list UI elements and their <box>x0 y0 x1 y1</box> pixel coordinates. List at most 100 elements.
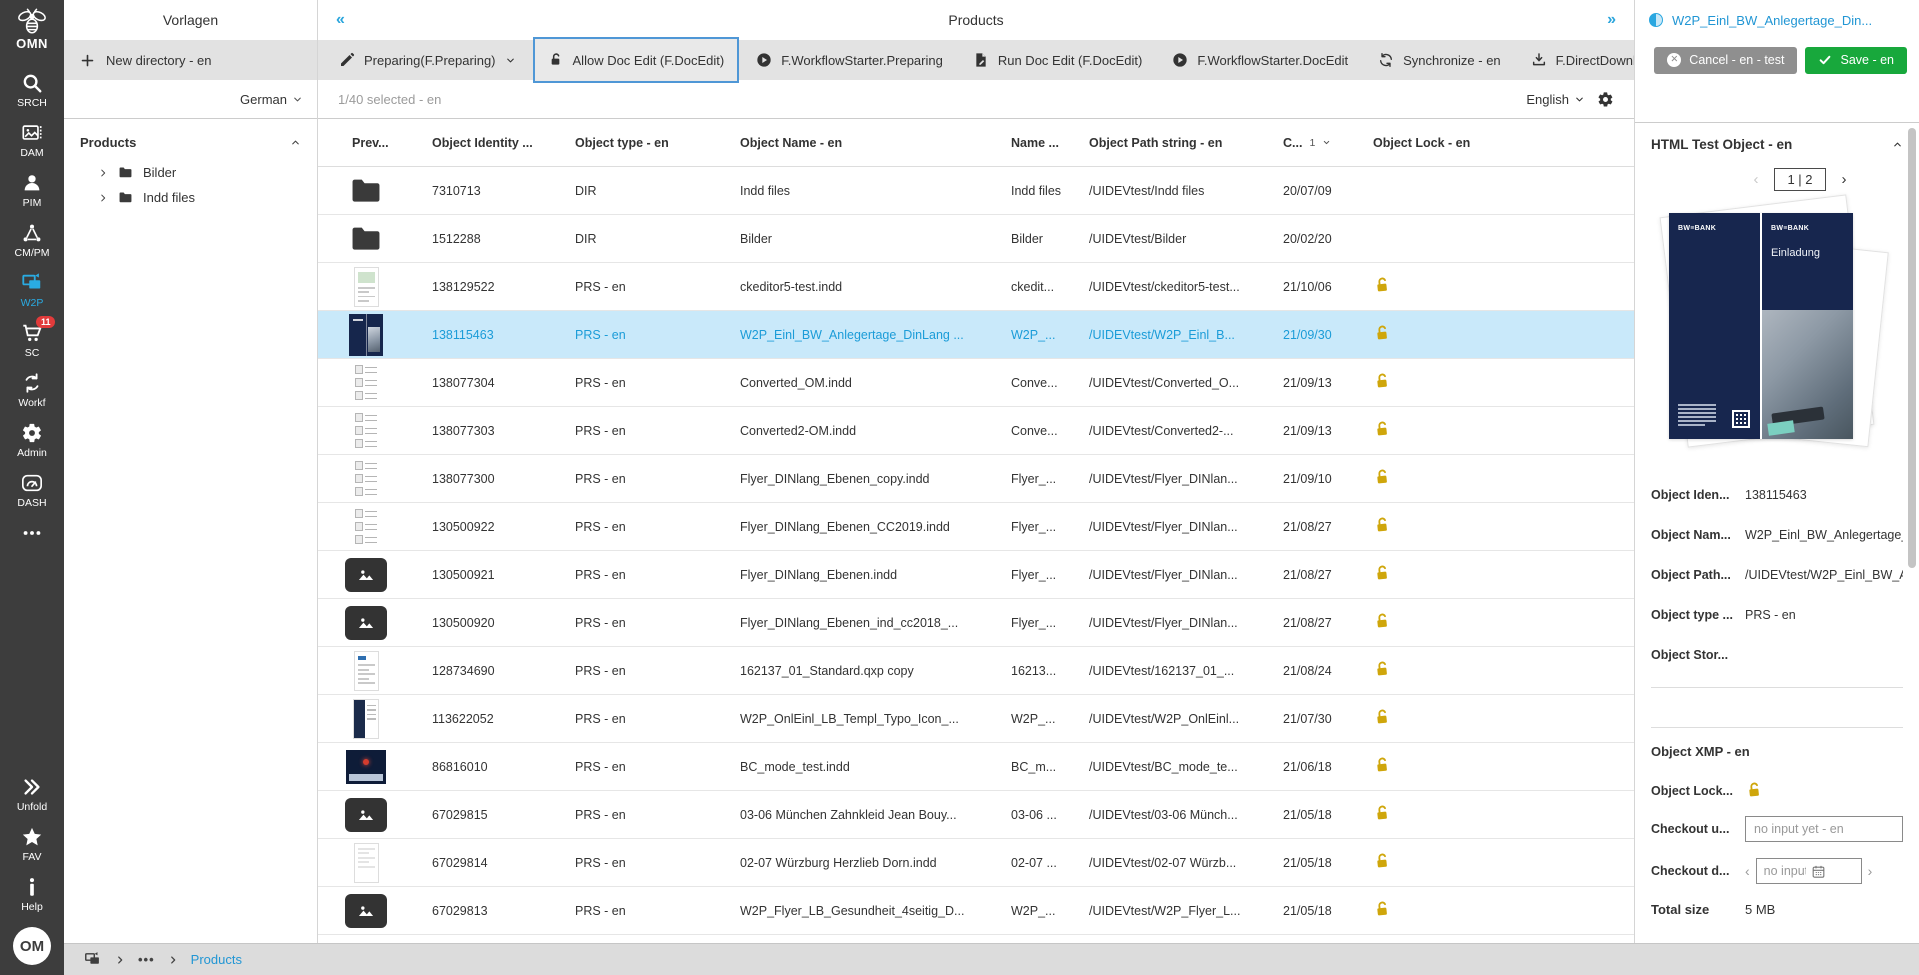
checkout-user-label: Checkout u... <box>1651 822 1730 836</box>
cell-preview <box>318 797 414 832</box>
cell-object-lock <box>1355 468 1634 490</box>
total-size-label: Total size <box>1651 902 1710 917</box>
cancel-button[interactable]: ✕ Cancel - en - test <box>1654 46 1798 74</box>
unlock-icon <box>1372 324 1393 344</box>
cell-object-identity: 138077303 <box>432 423 495 438</box>
collapse-section-chevron-up-icon[interactable] <box>1892 139 1903 150</box>
sidebar-item-srch[interactable]: SRCH <box>0 65 64 115</box>
table-row-113622052[interactable]: 113622052 PRS - en W2P_OnlEinl_LB_Templ_Ty… <box>318 695 1634 743</box>
column-header-object-lock-en[interactable]: Object Lock - en <box>1355 136 1634 150</box>
cell-object-identity: 67029815 <box>432 807 488 822</box>
pager-prev-icon[interactable]: ‹ <box>1753 171 1758 188</box>
cell-created-date: 21/05/18 <box>1283 855 1332 870</box>
column-header-c[interactable]: C... 1 <box>1265 136 1355 150</box>
table-row-138077303[interactable]: 138077303 PRS - en Converted2-OM.indd Conve… <box>318 407 1634 455</box>
table-row-138077300[interactable]: 138077300 PRS - en Flyer_DINlang_Ebenen_co… <box>318 455 1634 503</box>
preview-pager: ‹ 1 | 2 › <box>1681 168 1919 191</box>
page-title: Products <box>948 12 1004 28</box>
table-row-130500921[interactable]: 130500921 PRS - en Flyer_DINlang_Ebenen.in… <box>318 551 1634 599</box>
table-row-138115463[interactable]: 138115463 PRS - en W2P_Einl_BW_Anlegertage… <box>318 311 1634 359</box>
breadcrumb-collapsed-icon[interactable]: ••• <box>138 952 155 967</box>
pager-next-icon[interactable]: › <box>1842 171 1847 188</box>
chevron-up-icon[interactable] <box>290 137 301 148</box>
sidebar-item-fav[interactable]: FAV <box>0 819 64 869</box>
cell-created-date: 21/08/27 <box>1283 567 1332 582</box>
page-indicator: 1 | 2 <box>1774 168 1826 191</box>
tree-root-products[interactable]: Products <box>78 133 303 160</box>
cell-object-name: 03-06 München Zahnkleid Jean Bouy... <box>740 807 957 822</box>
toolbar-button-allow-doc-edit-f-docedit[interactable]: Allow Doc Edit (F.DocEdit) <box>532 37 740 83</box>
save-button[interactable]: Save - en <box>1805 46 1907 74</box>
sidebar-item-unfold[interactable]: Unfold <box>0 769 64 819</box>
table-language-select[interactable]: English <box>1526 92 1585 107</box>
toolbar-button-f-workflowstarter-preparing[interactable]: F.WorkflowStarter.Preparing <box>743 40 956 80</box>
tree-language-select[interactable]: German <box>64 80 317 119</box>
cell-object-type: PRS - en <box>575 423 626 438</box>
detail-scrollbar-thumb[interactable] <box>1908 128 1916 568</box>
cell-object-lock <box>1355 372 1634 394</box>
new-directory-button[interactable]: New directory - en <box>64 40 317 80</box>
actions-toolbar: Preparing(F.Preparing) Allow Doc Edit (F.… <box>318 37 1728 83</box>
detail-tab[interactable]: W2P_Einl_BW_Anlegertage_Din... <box>1635 0 1919 40</box>
cell-object-path: /UIDEVtest/Converted_O... <box>1089 375 1240 390</box>
qr-code <box>1732 410 1750 428</box>
cell-object-type: PRS - en <box>575 471 626 486</box>
user-avatar[interactable]: OM <box>13 927 51 965</box>
column-header-prev[interactable]: Prev... <box>318 136 414 150</box>
table-row-130500922[interactable]: 130500922 PRS - en Flyer_DINlang_Ebenen_CC… <box>318 503 1634 551</box>
date-prev-icon[interactable]: ‹ <box>1745 863 1750 879</box>
column-header-name[interactable]: Name ... <box>993 136 1071 150</box>
table-row-138077304[interactable]: 138077304 PRS - en Converted_OM.indd Conve.… <box>318 359 1634 407</box>
date-next-icon[interactable]: › <box>1868 863 1873 879</box>
sidebar-item-w2p[interactable]: W2P <box>0 265 64 315</box>
cell-object-name: BC_mode_test.indd <box>740 759 850 774</box>
column-header-object-name-en[interactable]: Object Name - en <box>722 136 993 150</box>
cell-object-path: /UIDEVtest/ckeditor5-test... <box>1089 279 1240 294</box>
breadcrumb-link-products[interactable]: Products <box>191 952 242 967</box>
sidebar-item-workf[interactable]: Workf <box>0 365 64 415</box>
collapse-left-icon[interactable]: « <box>336 12 345 28</box>
sidebar-item-help[interactable]: Help <box>0 869 64 919</box>
toolbar-button-f-workflowstarter-docedit[interactable]: F.WorkflowStarter.DocEdit <box>1159 40 1361 80</box>
omn-logo[interactable]: OMN <box>14 8 50 51</box>
column-header-object-path-string-en[interactable]: Object Path string - en <box>1071 136 1265 150</box>
checkout-user-input[interactable] <box>1745 816 1903 842</box>
sidebar-item-dam[interactable]: DAM <box>0 115 64 165</box>
calendar-icon[interactable] <box>1811 864 1854 879</box>
sidebar-item-cmpm[interactable]: CM/PM <box>0 215 64 265</box>
collapse-right-icon[interactable]: » <box>1607 12 1616 28</box>
cell-object-type: PRS - en <box>575 807 626 822</box>
table-row-1512288[interactable]: 1512288 DIR Bilder Bilder/UIDEVtest/Bilder 2… <box>318 215 1634 263</box>
table-row-128734690[interactable]: 128734690 PRS - en 162137_01_Standard.qxp … <box>318 647 1634 695</box>
table-row-7310713[interactable]: 7310713 DIR Indd files Indd files/UIDEVtest… <box>318 167 1634 215</box>
table-row-130500920[interactable]: 130500920 PRS - en Flyer_DINlang_Ebenen_in… <box>318 599 1634 647</box>
breadcrumb-module-icon[interactable] <box>83 951 102 968</box>
table-row-138129522[interactable]: 138129522 PRS - en ckeditor5-test.indd cked… <box>318 263 1634 311</box>
sidebar-item-dash[interactable]: DASH <box>0 465 64 515</box>
column-header-object-type-en[interactable]: Object type - en <box>557 136 722 150</box>
dashboard-icon <box>21 472 43 494</box>
xmp-section-title: Object XMP - en <box>1651 744 1750 759</box>
column-header-object-identity[interactable]: Object Identity ... <box>414 136 557 150</box>
toolbar-button-run-doc-edit-f-docedit[interactable]: Run Doc Edit (F.DocEdit) <box>960 40 1156 80</box>
tree-item-indd-files[interactable]: Indd files <box>78 185 303 210</box>
save-label: Save - en <box>1840 53 1894 67</box>
sidebar-item-pim[interactable]: PIM <box>0 165 64 215</box>
sidebar-item-more[interactable] <box>0 515 64 550</box>
table-row-67029813[interactable]: 67029813 PRS - en W2P_Flyer_LB_Gesundheit_… <box>318 887 1634 935</box>
toolbar-button-synchronize-en[interactable]: Synchronize - en <box>1365 40 1514 80</box>
cell-object-path: /UIDEVtest/Converted2-... <box>1089 423 1234 438</box>
sidebar-item-admin[interactable]: Admin <box>0 415 64 465</box>
table-row-67029814[interactable]: 67029814 PRS - en 02-07 Würzburg Herzlieb … <box>318 839 1634 887</box>
cell-object-name: W2P_OnlEinl_LB_Templ_Typo_Icon_... <box>740 711 959 726</box>
sidebar-item-sc[interactable]: 11 SC <box>0 315 64 365</box>
table-settings-gear-icon[interactable] <box>1597 91 1614 108</box>
table-row-86816010[interactable]: 86816010 PRS - en BC_mode_test.indd BC_m...… <box>318 743 1634 791</box>
toolbar-button-preparing-f-preparing[interactable]: Preparing(F.Preparing) <box>326 40 529 80</box>
new-directory-label: New directory - en <box>106 52 212 68</box>
tree-item-bilder[interactable]: Bilder <box>78 160 303 185</box>
person-icon <box>21 172 43 194</box>
checkout-date-input[interactable]: no input y... <box>1755 858 1862 884</box>
cell-object-identity: 130500921 <box>432 567 495 582</box>
table-row-67029815[interactable]: 67029815 PRS - en 03-06 München Zahnkleid … <box>318 791 1634 839</box>
